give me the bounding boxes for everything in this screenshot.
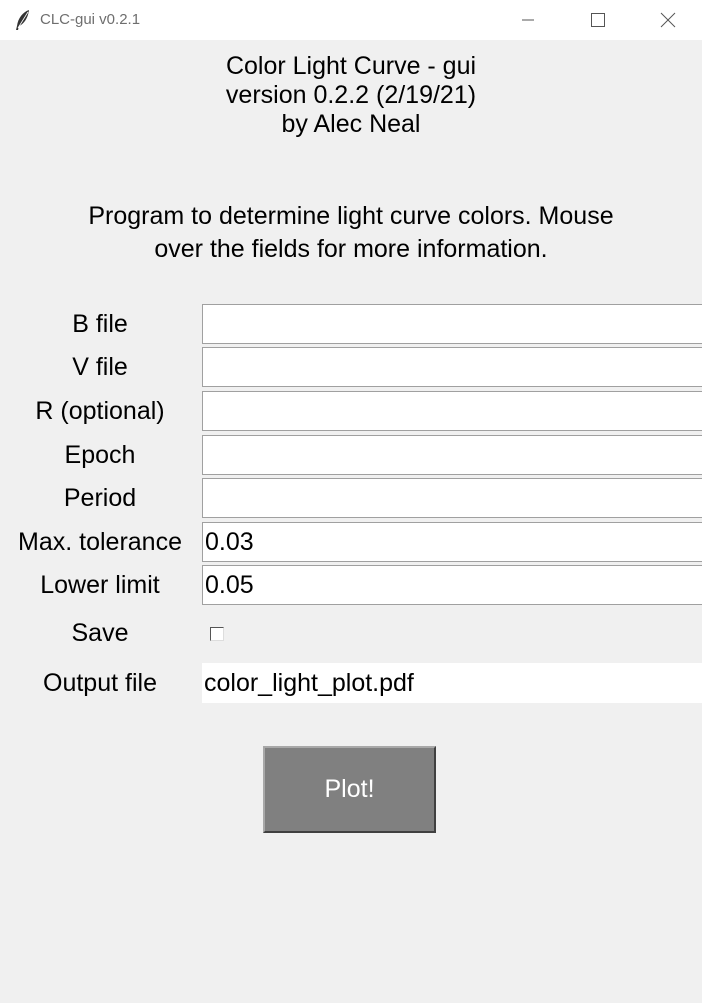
plot-button[interactable]: Plot!: [263, 746, 436, 833]
r-file-row: R (optional): [0, 390, 702, 432]
save-checkbox[interactable]: [210, 627, 224, 641]
close-icon: [660, 12, 676, 28]
app-header: Color Light Curve - gui version 0.2.2 (2…: [0, 52, 702, 139]
app-title: Color Light Curve - gui: [225, 52, 477, 80]
period-input[interactable]: [202, 478, 702, 518]
r-file-input[interactable]: [202, 391, 702, 431]
max-tolerance-input[interactable]: [202, 522, 702, 562]
v-file-input[interactable]: [202, 347, 702, 387]
output-file-label: Output file: [43, 669, 157, 697]
app-version: version 0.2.2 (2/19/21): [225, 81, 477, 109]
save-label: Save: [71, 619, 129, 647]
epoch-input[interactable]: [202, 435, 702, 475]
output-file-row: Output file: [0, 662, 702, 704]
description-line-2: over the fields for more information.: [154, 235, 548, 263]
description-line-1: Program to determine light curve colors.…: [88, 202, 614, 230]
feather-icon: [16, 10, 29, 30]
lower-limit-label: Lower limit: [40, 571, 160, 599]
r-file-label: R (optional): [35, 397, 165, 425]
max-tolerance-label: Max. tolerance: [18, 528, 182, 556]
b-file-input[interactable]: [202, 304, 702, 344]
lower-limit-input[interactable]: [202, 565, 702, 605]
v-file-label: V file: [72, 353, 128, 381]
save-row: Save: [0, 612, 702, 654]
period-label: Period: [63, 484, 137, 512]
period-row: Period: [0, 477, 702, 519]
b-file-label: B file: [72, 310, 128, 338]
output-file-input[interactable]: [202, 663, 702, 703]
v-file-row: V file: [0, 346, 702, 388]
app-author: by Alec Neal: [281, 110, 421, 138]
app-description: Program to determine light curve colors.…: [0, 200, 702, 266]
window-title: CLC-gui v0.2.1: [40, 11, 141, 28]
b-file-row: B file: [0, 303, 702, 345]
max-tolerance-row: Max. tolerance: [0, 521, 702, 563]
minimize-icon: [522, 19, 534, 21]
lower-limit-row: Lower limit: [0, 564, 702, 606]
maximize-button[interactable]: [563, 0, 633, 40]
minimize-button[interactable]: [493, 0, 563, 40]
epoch-label: Epoch: [64, 441, 136, 469]
maximize-icon: [591, 13, 605, 27]
main-content: Color Light Curve - gui version 0.2.2 (2…: [0, 40, 702, 1003]
epoch-row: Epoch: [0, 434, 702, 476]
title-bar: CLC-gui v0.2.1: [0, 0, 702, 40]
close-button[interactable]: [633, 0, 702, 40]
